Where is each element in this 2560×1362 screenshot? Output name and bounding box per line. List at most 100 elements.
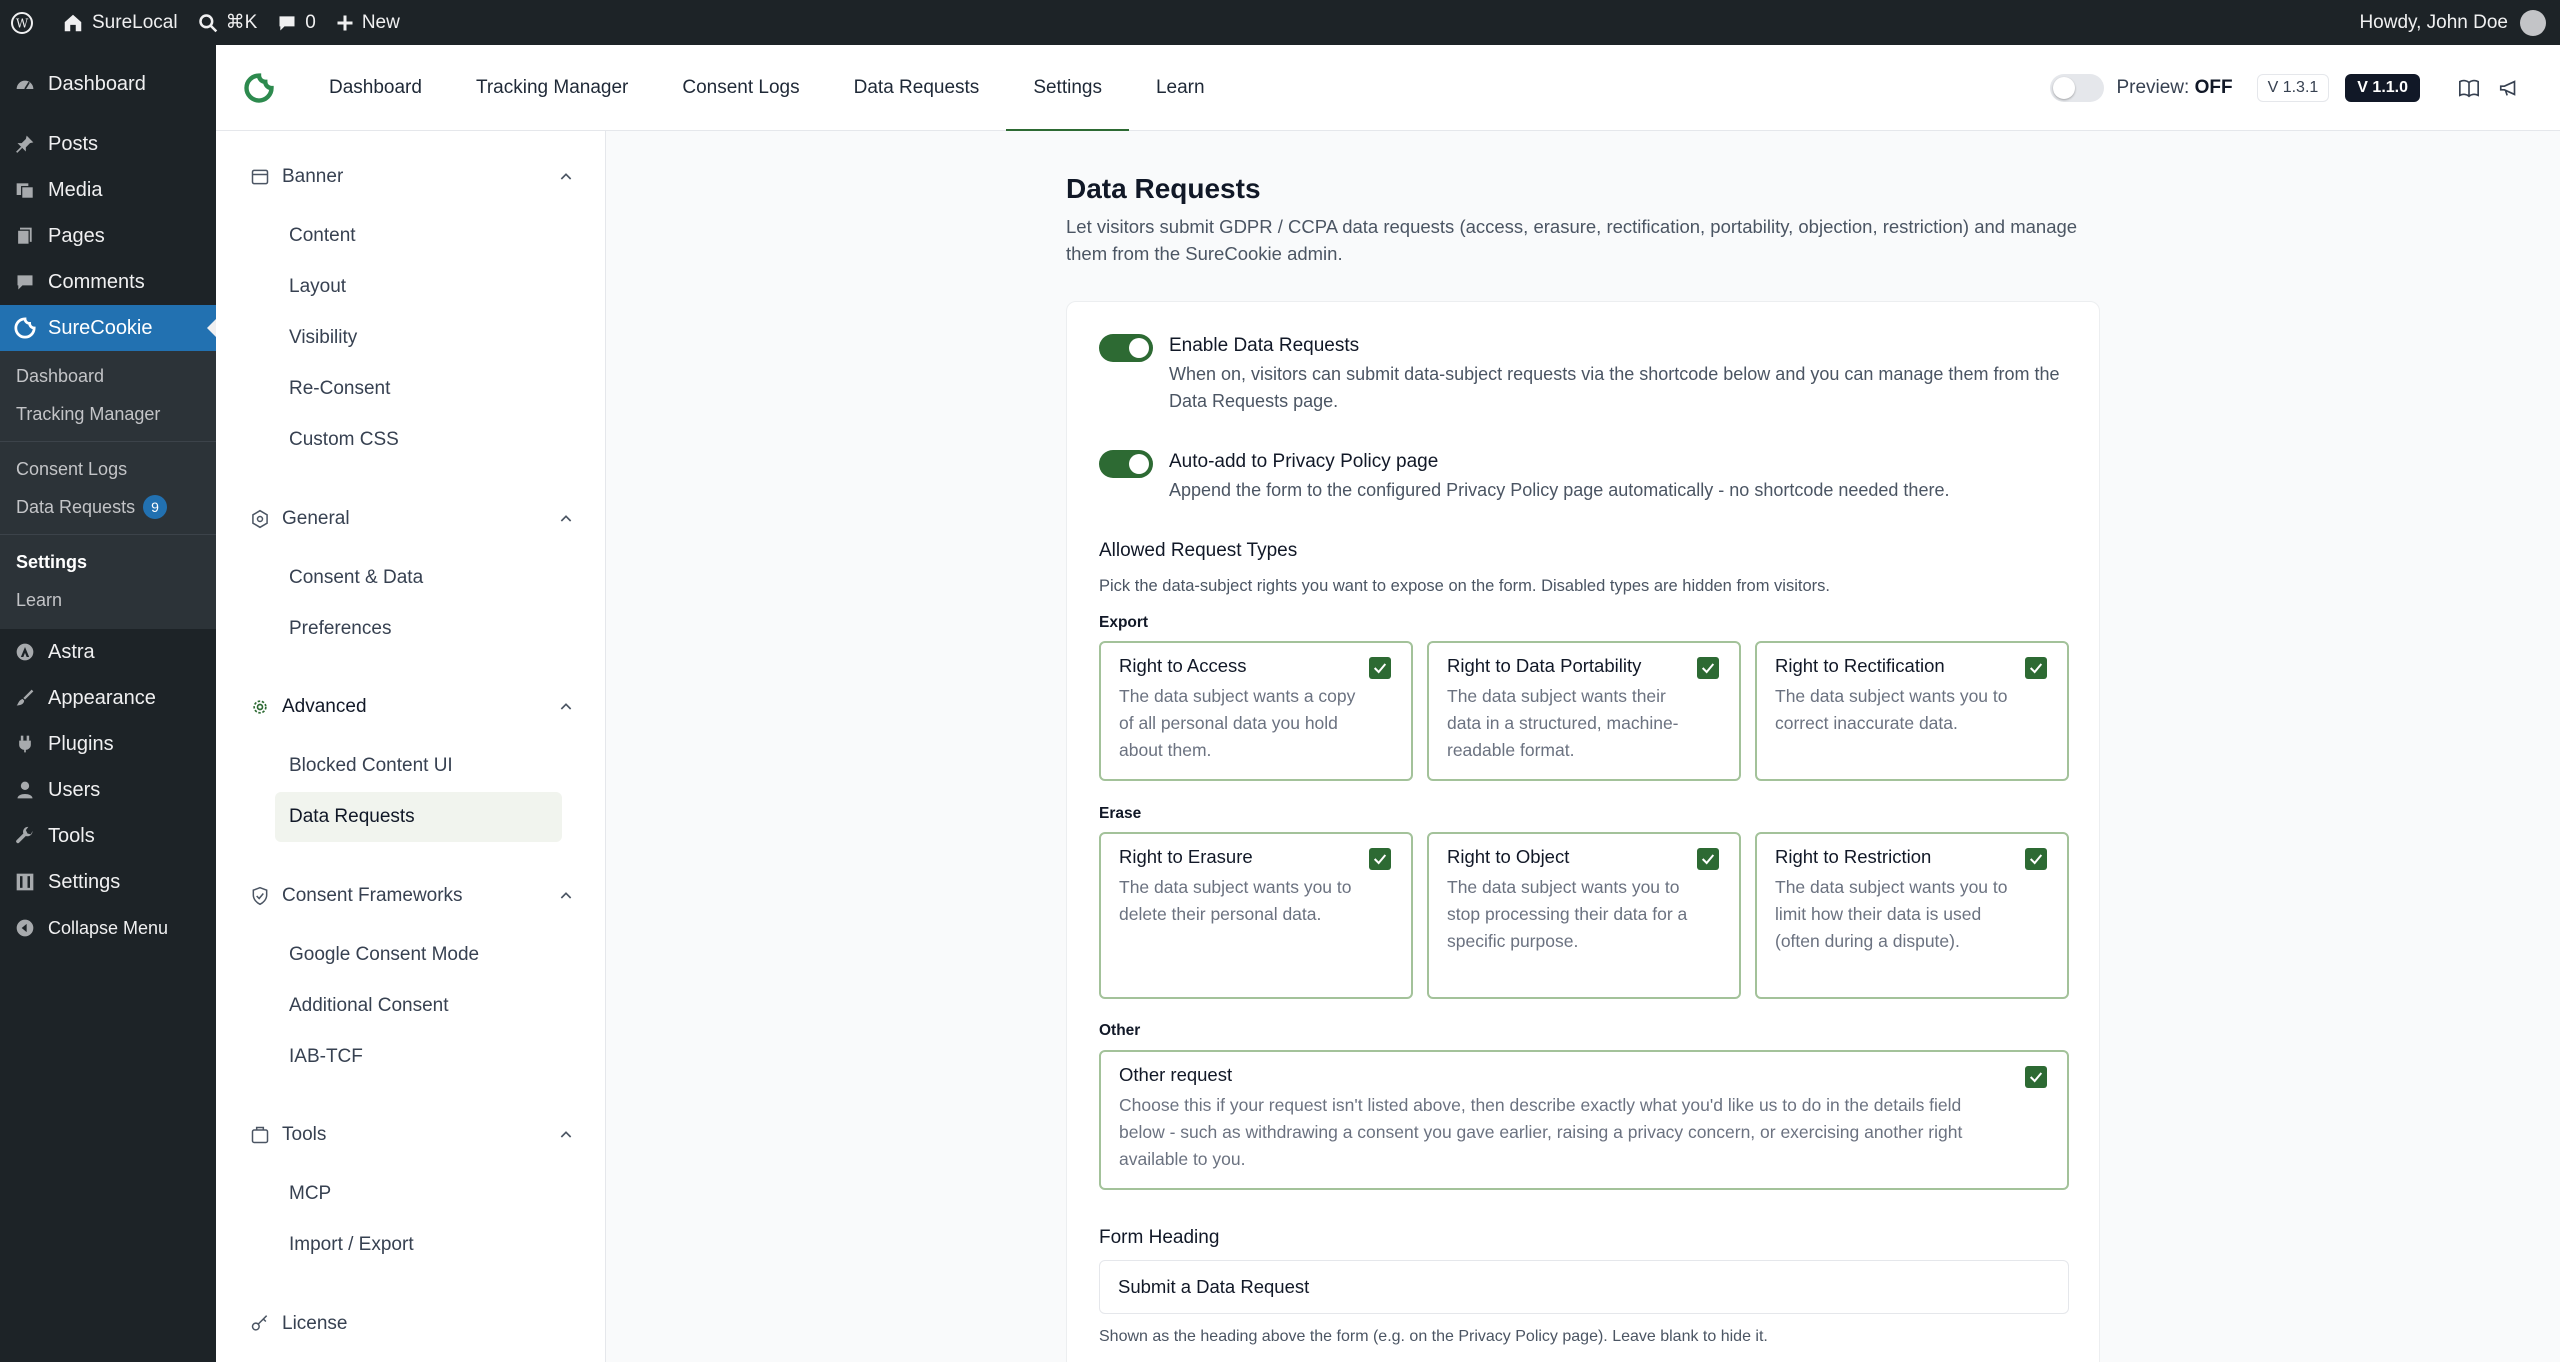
request-card-other[interactable]: Other request Choose this if your reques… xyxy=(1099,1050,2069,1190)
nav-tools-mcp[interactable]: MCP xyxy=(275,1169,562,1219)
nav-banner-content[interactable]: Content xyxy=(275,211,562,261)
group-consent-frameworks[interactable]: Consent Frameworks xyxy=(250,876,580,916)
menu-posts[interactable]: Posts xyxy=(0,121,216,167)
request-object-checkbox[interactable] xyxy=(1697,848,1719,870)
preview-toggle[interactable] xyxy=(2050,73,2105,102)
new-content-link[interactable]: New xyxy=(326,0,410,45)
menu-users-label: Users xyxy=(48,778,101,801)
group-tools[interactable]: Tools xyxy=(250,1115,580,1155)
request-portability-checkbox[interactable] xyxy=(1697,657,1719,679)
request-rectification-title: Right to Rectification xyxy=(1775,655,1945,676)
wordpress-logo-icon[interactable]: W xyxy=(0,0,52,45)
request-card-object[interactable]: Right to Object The data subject wants y… xyxy=(1427,832,1741,999)
enable-data-requests-toggle[interactable] xyxy=(1099,334,1153,362)
menu-surecookie[interactable]: SureCookie xyxy=(0,305,216,351)
form-heading-help: Shown as the heading above the form (e.g… xyxy=(1099,1328,1768,1345)
chevron-up-icon xyxy=(560,173,572,180)
surecookie-icon xyxy=(14,317,36,339)
request-other-checkbox[interactable] xyxy=(2025,1066,2047,1088)
nav-banner-layout[interactable]: Layout xyxy=(275,262,562,312)
menu-settings[interactable]: Settings xyxy=(0,859,216,905)
submenu-consent-logs[interactable]: Consent Logs xyxy=(0,450,216,488)
allowed-request-types-sub: Pick the data-subject rights you want to… xyxy=(1099,577,1830,595)
allowed-request-types-title: Allowed Request Types xyxy=(1099,540,1298,561)
submenu-data-requests-label: Data Requests xyxy=(16,496,136,517)
menu-collapse[interactable]: Collapse Menu xyxy=(0,905,216,951)
request-erasure-title: Right to Erasure xyxy=(1119,846,1253,867)
menu-dashboard[interactable]: Dashboard xyxy=(0,61,216,107)
request-card-restriction[interactable]: Right to Restriction The data subject wa… xyxy=(1755,832,2069,999)
nav-frameworks-additional-consent[interactable]: Additional Consent xyxy=(275,981,562,1031)
request-restriction-title: Right to Restriction xyxy=(1775,846,1932,867)
settings-card: Enable Data Requests When on, visitors c… xyxy=(1066,301,2100,1362)
submenu-data-requests[interactable]: Data Requests 9 xyxy=(0,488,216,526)
submenu-settings[interactable]: Settings xyxy=(0,543,216,581)
check-icon xyxy=(2029,1072,2043,1083)
nav-general-consent-data[interactable]: Consent & Data xyxy=(275,553,562,603)
menu-tools[interactable]: Tools xyxy=(0,813,216,859)
tab-learn[interactable]: Learn xyxy=(1129,45,1232,131)
menu-media[interactable]: Media xyxy=(0,167,216,213)
preview-status: Preview: OFF xyxy=(2116,77,2232,99)
paintbrush-icon xyxy=(14,687,36,709)
nav-tools-import-export[interactable]: Import / Export xyxy=(275,1220,562,1270)
comments-link[interactable]: 0 xyxy=(267,0,326,45)
nav-banner-visibility[interactable]: Visibility xyxy=(275,313,562,363)
request-access-checkbox[interactable] xyxy=(1369,657,1391,679)
tab-data-requests[interactable]: Data Requests xyxy=(827,45,1007,131)
menu-pages[interactable]: Pages xyxy=(0,213,216,259)
my-account[interactable]: Howdy, John Doe xyxy=(2349,0,2560,45)
submenu-learn[interactable]: Learn xyxy=(0,581,216,619)
menu-comments[interactable]: Comments xyxy=(0,259,216,305)
megaphone-icon[interactable] xyxy=(2498,77,2520,99)
menu-appearance[interactable]: Appearance xyxy=(0,675,216,721)
check-icon xyxy=(2029,854,2043,865)
category-export-label: Export xyxy=(1099,614,1149,631)
nav-license[interactable]: License xyxy=(250,1304,580,1344)
shield-check-icon xyxy=(252,886,268,906)
nav-frameworks-google-consent[interactable]: Google Consent Mode xyxy=(275,930,562,980)
nav-advanced-blocked-content[interactable]: Blocked Content UI xyxy=(275,741,562,791)
menu-astra-label: Astra xyxy=(48,640,95,663)
form-heading-label: Form Heading xyxy=(1099,1227,1220,1248)
submenu-dashboard[interactable]: Dashboard xyxy=(0,357,216,395)
group-advanced[interactable]: Advanced xyxy=(250,687,580,727)
nav-general-preferences[interactable]: Preferences xyxy=(275,604,562,654)
chevron-up-icon xyxy=(560,1131,572,1138)
site-name-link[interactable]: SureLocal xyxy=(52,0,188,45)
submenu-divider xyxy=(0,441,216,442)
surecookie-logo-icon[interactable] xyxy=(244,72,274,103)
request-card-portability[interactable]: Right to Data Portability The data subje… xyxy=(1427,641,1741,781)
tab-settings[interactable]: Settings xyxy=(1006,45,1129,131)
request-erasure-desc: The data subject wants you to delete the… xyxy=(1119,877,1352,924)
search-shortcut[interactable]: ⌘K xyxy=(188,0,268,45)
book-icon[interactable] xyxy=(2458,77,2480,99)
tab-dashboard[interactable]: Dashboard xyxy=(302,45,449,131)
nav-frameworks-iab-tcf[interactable]: IAB-TCF xyxy=(275,1032,562,1082)
avatar xyxy=(2520,9,2546,36)
nav-banner-reconsent[interactable]: Re-Consent xyxy=(275,364,562,414)
group-general[interactable]: General xyxy=(250,499,580,539)
request-erasure-checkbox[interactable] xyxy=(1369,848,1391,870)
nav-advanced-data-requests[interactable]: Data Requests xyxy=(275,792,562,842)
request-restriction-checkbox[interactable] xyxy=(2025,848,2047,870)
tab-tracking-manager[interactable]: Tracking Manager xyxy=(449,45,655,131)
nav-banner-custom-css[interactable]: Custom CSS xyxy=(275,415,562,465)
form-heading-input[interactable]: Submit a Data Request xyxy=(1099,1260,2069,1314)
request-card-erasure[interactable]: Right to Erasure The data subject wants … xyxy=(1099,832,1413,999)
menu-users[interactable]: Users xyxy=(0,767,216,813)
admin-menu: Dashboard Posts Media Pages Comments Sur… xyxy=(0,45,216,1362)
request-card-rectification[interactable]: Right to Rectification The data subject … xyxy=(1755,641,2069,781)
request-rectification-checkbox[interactable] xyxy=(2025,657,2047,679)
group-general-label: General xyxy=(282,508,350,529)
menu-astra[interactable]: Astra xyxy=(0,629,216,675)
request-card-access[interactable]: Right to Access The data subject wants a… xyxy=(1099,641,1413,781)
auto-add-privacy-toggle[interactable] xyxy=(1099,450,1153,478)
home-icon xyxy=(64,14,82,31)
menu-plugins[interactable]: Plugins xyxy=(0,721,216,767)
group-banner[interactable]: Banner xyxy=(250,157,580,197)
plugin-icon xyxy=(14,733,36,755)
submenu-tracking-manager[interactable]: Tracking Manager xyxy=(0,395,216,433)
tab-consent-logs[interactable]: Consent Logs xyxy=(655,45,826,131)
check-icon xyxy=(2029,663,2043,674)
